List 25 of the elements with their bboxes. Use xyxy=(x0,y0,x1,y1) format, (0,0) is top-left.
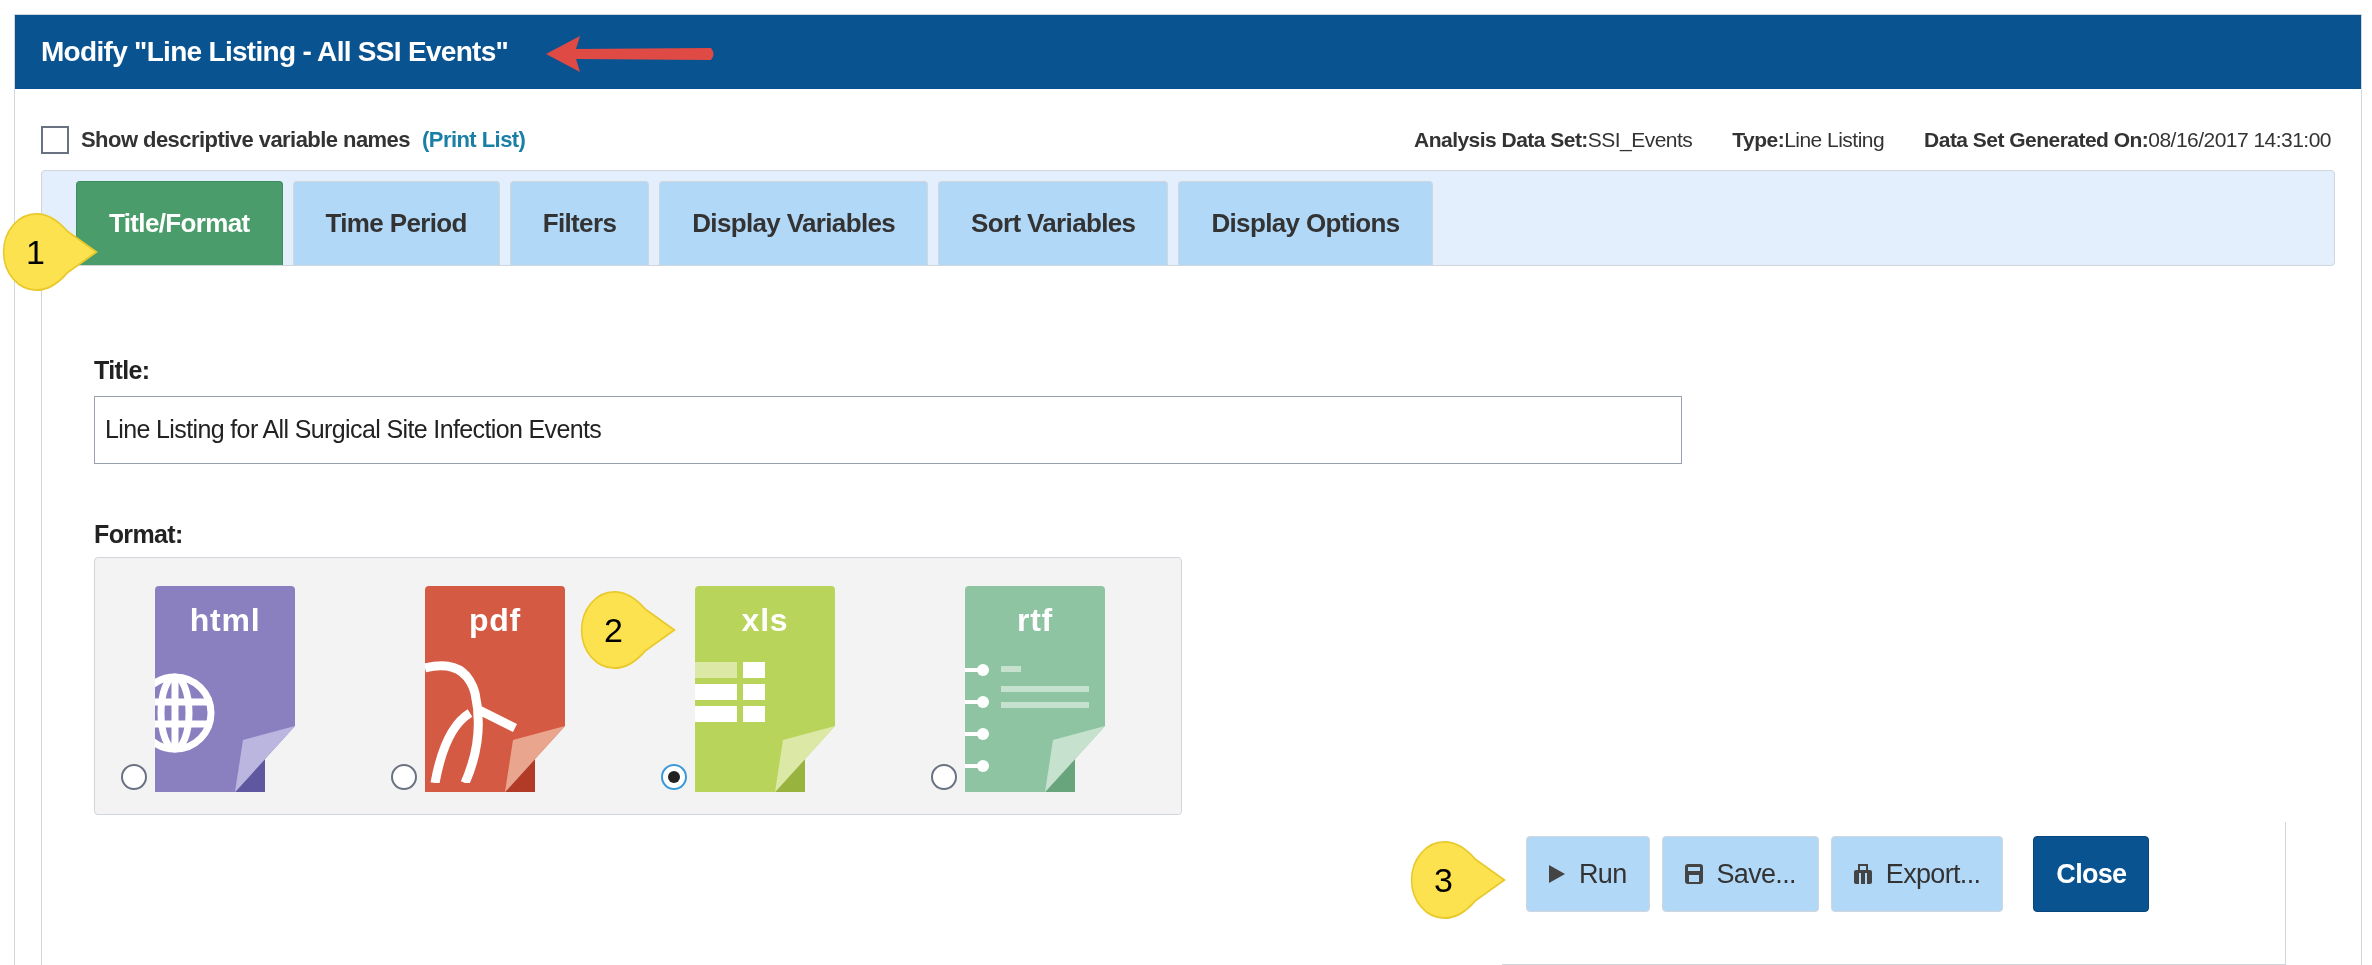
step-number: 2 xyxy=(604,609,623,651)
title-input[interactable]: Line Listing for All Surgical Site Infection Events xyxy=(94,395,1682,464)
tab[interactable]: Filters xyxy=(509,181,650,265)
info-item: Analysis Data Set:SSI_Events xyxy=(1414,126,1693,154)
step-number: 3 xyxy=(1434,859,1453,901)
print-list-link[interactable]: (Print List) xyxy=(422,123,526,156)
info-item: Type:Line Listing xyxy=(1732,126,1885,153)
run-button[interactable]: Run xyxy=(1526,836,1650,912)
format-label: Format: xyxy=(94,518,184,550)
title-label: Title: xyxy=(94,355,151,386)
file-type-label: rtf xyxy=(1015,601,1055,640)
close-button[interactable]: Close xyxy=(2033,836,2150,912)
step-number: 1 xyxy=(26,231,45,273)
save-button[interactable]: Save... xyxy=(1661,836,1819,912)
tab[interactable]: Time Period xyxy=(292,181,500,265)
file-type-label: xls xyxy=(740,601,790,640)
tab[interactable]: Display Variables xyxy=(659,181,929,265)
tab[interactable]: Display Options xyxy=(1178,181,1433,265)
checkbox-label: Show descriptive variable names xyxy=(81,126,410,154)
info-item: Data Set Generated On:08/16/2017 14:31:00 xyxy=(1924,126,2331,153)
file-type-label: html xyxy=(188,601,262,640)
export-button[interactable]: Export... xyxy=(1830,836,2004,912)
tab[interactable]: Sort Variables xyxy=(938,181,1169,265)
window-title: Modify "Line Listing - All SSI Events" xyxy=(41,35,509,69)
file-type-label: pdf xyxy=(467,601,523,640)
